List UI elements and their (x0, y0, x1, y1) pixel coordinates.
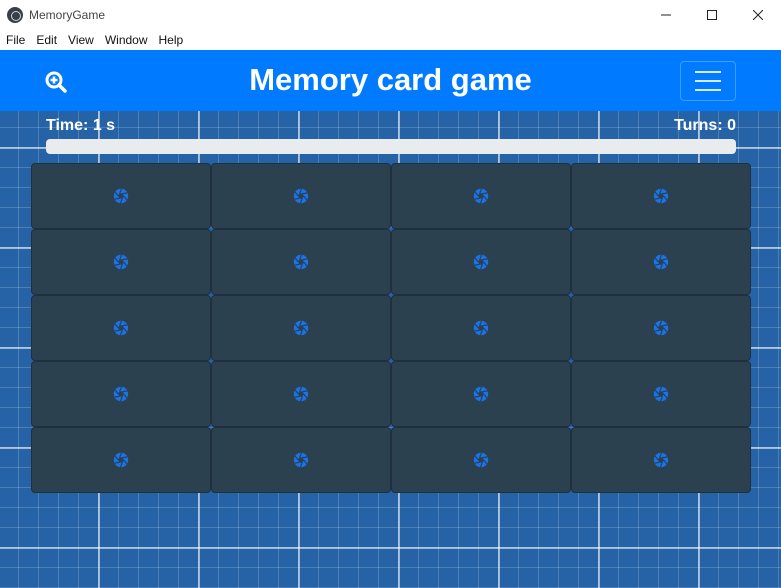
memory-card[interactable] (391, 427, 571, 493)
memory-card[interactable] (31, 229, 211, 295)
memory-card[interactable] (211, 361, 391, 427)
camera-aperture-icon (113, 254, 129, 270)
camera-aperture-icon (113, 320, 129, 336)
menu-bar: File Edit View Window Help (0, 30, 781, 50)
camera-aperture-icon (653, 386, 669, 402)
camera-aperture-icon (653, 452, 669, 468)
camera-aperture-icon (293, 254, 309, 270)
menu-file[interactable]: File (0, 33, 30, 47)
memory-card[interactable] (31, 163, 211, 229)
camera-aperture-icon (113, 452, 129, 468)
camera-aperture-icon (653, 320, 669, 336)
memory-card[interactable] (391, 295, 571, 361)
menu-help[interactable]: Help (153, 33, 189, 47)
camera-aperture-icon (113, 386, 129, 402)
camera-aperture-icon (293, 188, 309, 204)
memory-card[interactable] (31, 427, 211, 493)
hamburger-line (695, 89, 721, 91)
minimize-icon (661, 14, 671, 16)
camera-aperture-icon (473, 320, 489, 336)
game-area: Time: 1 s Turns: 0 (0, 111, 781, 588)
card-board (31, 163, 751, 493)
time-counter: Time: 1 s (46, 117, 116, 134)
memory-card[interactable] (31, 295, 211, 361)
memory-card[interactable] (31, 361, 211, 427)
window-controls (643, 0, 781, 30)
menu-view[interactable]: View (62, 33, 99, 47)
window-titlebar: MemoryGame (0, 0, 781, 30)
camera-aperture-icon (473, 188, 489, 204)
app-icon (7, 7, 23, 23)
memory-card[interactable] (211, 229, 391, 295)
navbar: Memory card game (0, 50, 781, 111)
turns-counter: Turns: 0 (674, 117, 736, 134)
camera-aperture-icon (293, 452, 309, 468)
close-icon (753, 10, 763, 20)
memory-card[interactable] (571, 295, 751, 361)
memory-card[interactable] (571, 163, 751, 229)
progress-bar (46, 139, 736, 154)
memory-card[interactable] (571, 427, 751, 493)
camera-aperture-icon (653, 188, 669, 204)
memory-card[interactable] (211, 295, 391, 361)
memory-card[interactable] (571, 361, 751, 427)
hamburger-line (695, 80, 721, 82)
memory-card[interactable] (391, 229, 571, 295)
camera-aperture-icon (473, 254, 489, 270)
hamburger-menu-icon (695, 71, 721, 73)
camera-aperture-icon (473, 452, 489, 468)
menu-window[interactable]: Window (99, 33, 153, 47)
camera-aperture-icon (293, 320, 309, 336)
menu-edit[interactable]: Edit (30, 33, 62, 47)
memory-card[interactable] (571, 229, 751, 295)
camera-aperture-icon (293, 386, 309, 402)
page-title: Memory card game (249, 62, 532, 97)
camera-aperture-icon (113, 188, 129, 204)
window-title: MemoryGame (29, 8, 106, 22)
memory-card[interactable] (211, 427, 391, 493)
maximize-button[interactable] (689, 0, 735, 30)
memory-card[interactable] (211, 163, 391, 229)
close-button[interactable] (735, 0, 781, 30)
memory-card[interactable] (391, 163, 571, 229)
camera-aperture-icon (473, 386, 489, 402)
minimize-button[interactable] (643, 0, 689, 30)
memory-card[interactable] (391, 361, 571, 427)
navbar-toggle-button[interactable] (680, 61, 736, 101)
camera-aperture-icon (653, 254, 669, 270)
maximize-icon (707, 10, 717, 20)
